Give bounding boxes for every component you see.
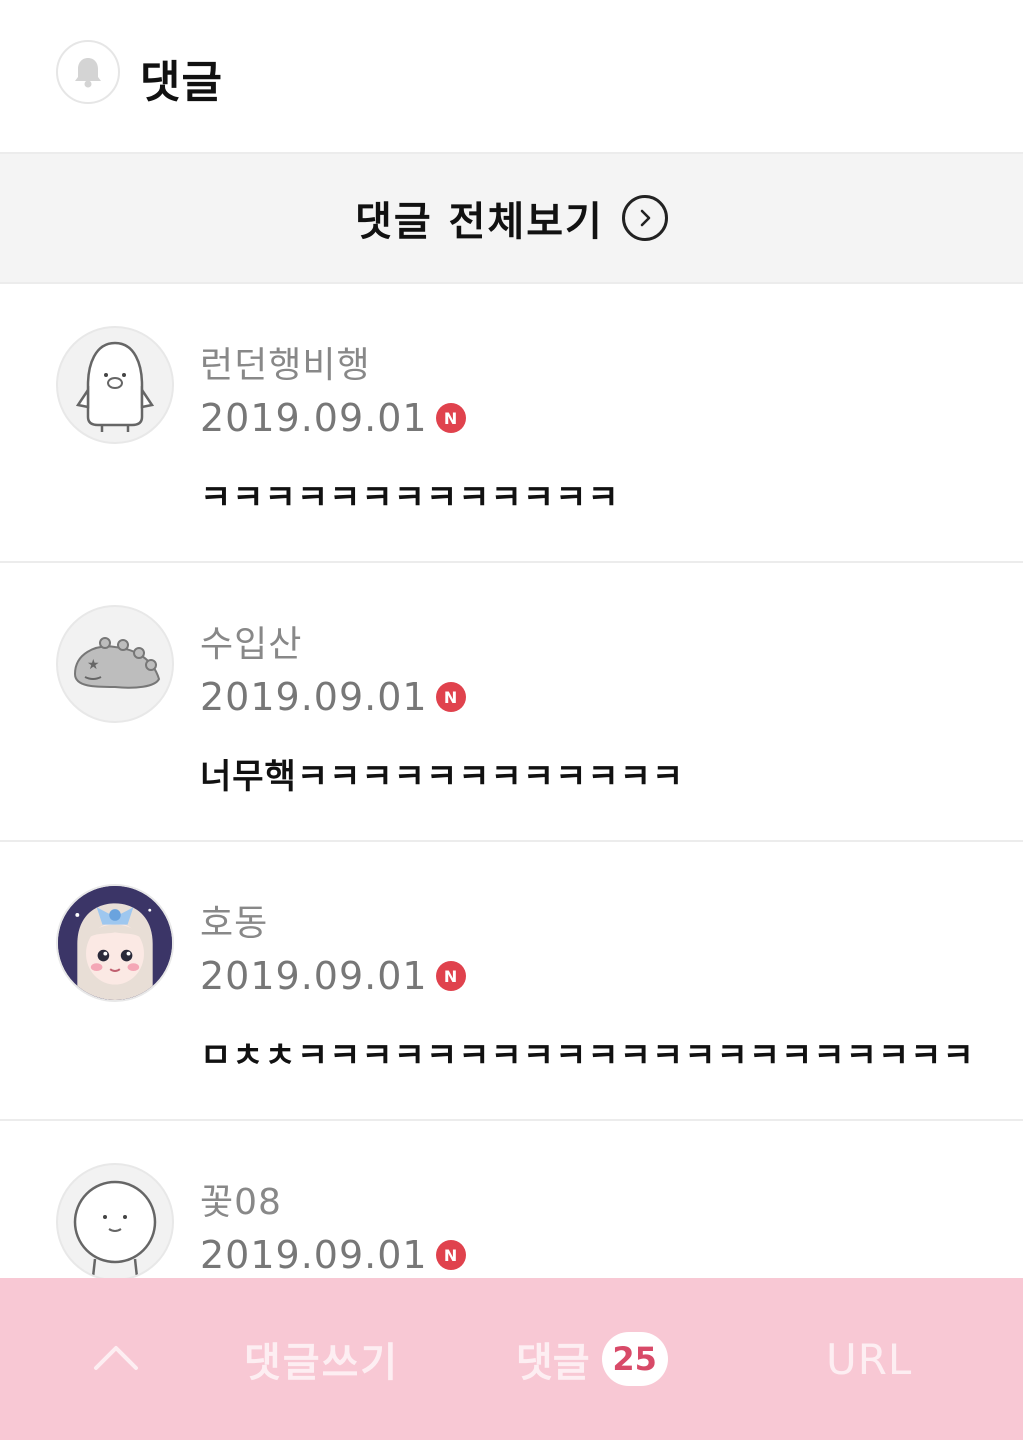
scroll-top-button[interactable]	[86, 1278, 146, 1440]
comment-item: 호동 2019.09.01 N ㅁㅊㅊㅋㅋㅋㅋㅋㅋㅋㅋㅋㅋㅋㅋㅋㅋㅋㅋㅋㅋㅋㅋㅋ	[0, 842, 1023, 1121]
comments-page: 댓글 댓글 전체보기 런던행비행 2019.09.01 N ㅋㅋㅋㅋㅋㅋㅋㅋㅋㅋ…	[0, 0, 1023, 1440]
penguin-avatar[interactable]	[56, 326, 174, 444]
comment-item: ★ 수입산 2019.09.01 N 너무핵ㅋㅋㅋㅋㅋㅋㅋㅋㅋㅋㅋㅋ	[0, 563, 1023, 842]
comment-nickname[interactable]: 호동	[200, 894, 268, 946]
write-comment-button[interactable]: 댓글쓰기	[244, 1278, 399, 1440]
comment-date: 2019.09.01	[200, 1233, 428, 1277]
view-all-comments-button[interactable]: 댓글 전체보기	[0, 152, 1023, 284]
comment-item: 런던행비행 2019.09.01 N ㅋㅋㅋㅋㅋㅋㅋㅋㅋㅋㅋㅋㅋ	[0, 284, 1023, 563]
view-all-label: 댓글 전체보기	[355, 199, 604, 245]
comment-nickname[interactable]: 런던행비행	[200, 336, 371, 388]
round-face-avatar[interactable]	[56, 1163, 174, 1281]
chevron-right-circle-icon	[621, 195, 668, 241]
comment-nickname[interactable]: 수입산	[200, 615, 302, 667]
comments-label: 댓글	[516, 1340, 590, 1386]
comment-date-row: 2019.09.01 N	[200, 954, 466, 998]
bottom-action-bar: 댓글쓰기 댓글 25 URL	[0, 1278, 1023, 1440]
page-title: 댓글	[140, 57, 223, 108]
comment-text: 너무핵ㅋㅋㅋㅋㅋㅋㅋㅋㅋㅋㅋㅋ	[200, 757, 685, 797]
comment-nickname[interactable]: 꽃08	[200, 1173, 282, 1225]
comment-date: 2019.09.01	[200, 396, 428, 440]
chevron-up-icon	[92, 1342, 140, 1376]
comment-date-row: 2019.09.01 N	[200, 675, 466, 719]
comment-count-badge: 25	[601, 1332, 668, 1386]
dinosaur-avatar[interactable]: ★	[56, 605, 174, 723]
comment-list: 런던행비행 2019.09.01 N ㅋㅋㅋㅋㅋㅋㅋㅋㅋㅋㅋㅋㅋ ★ 수입산 2…	[0, 284, 1023, 1400]
new-badge: N	[435, 961, 466, 991]
comment-date-row: 2019.09.01 N	[200, 396, 466, 440]
comments-button[interactable]: 댓글 25	[516, 1278, 668, 1440]
comment-date: 2019.09.01	[200, 675, 428, 719]
anime-girl-avatar[interactable]	[56, 884, 174, 1002]
url-button[interactable]: URL	[826, 1278, 912, 1440]
new-badge: N	[435, 1240, 466, 1270]
new-badge: N	[435, 403, 466, 433]
comment-date-row: 2019.09.01 N	[200, 1233, 466, 1277]
svg-text:★: ★	[87, 657, 100, 673]
comment-text: ㅋㅋㅋㅋㅋㅋㅋㅋㅋㅋㅋㅋㅋ	[200, 478, 620, 518]
comment-date: 2019.09.01	[200, 954, 428, 998]
comment-text: ㅁㅊㅊㅋㅋㅋㅋㅋㅋㅋㅋㅋㅋㅋㅋㅋㅋㅋㅋㅋㅋㅋㅋㅋ	[200, 1036, 975, 1076]
new-badge: N	[435, 682, 466, 712]
bell-icon[interactable]	[56, 40, 120, 104]
header: 댓글	[0, 0, 1023, 152]
